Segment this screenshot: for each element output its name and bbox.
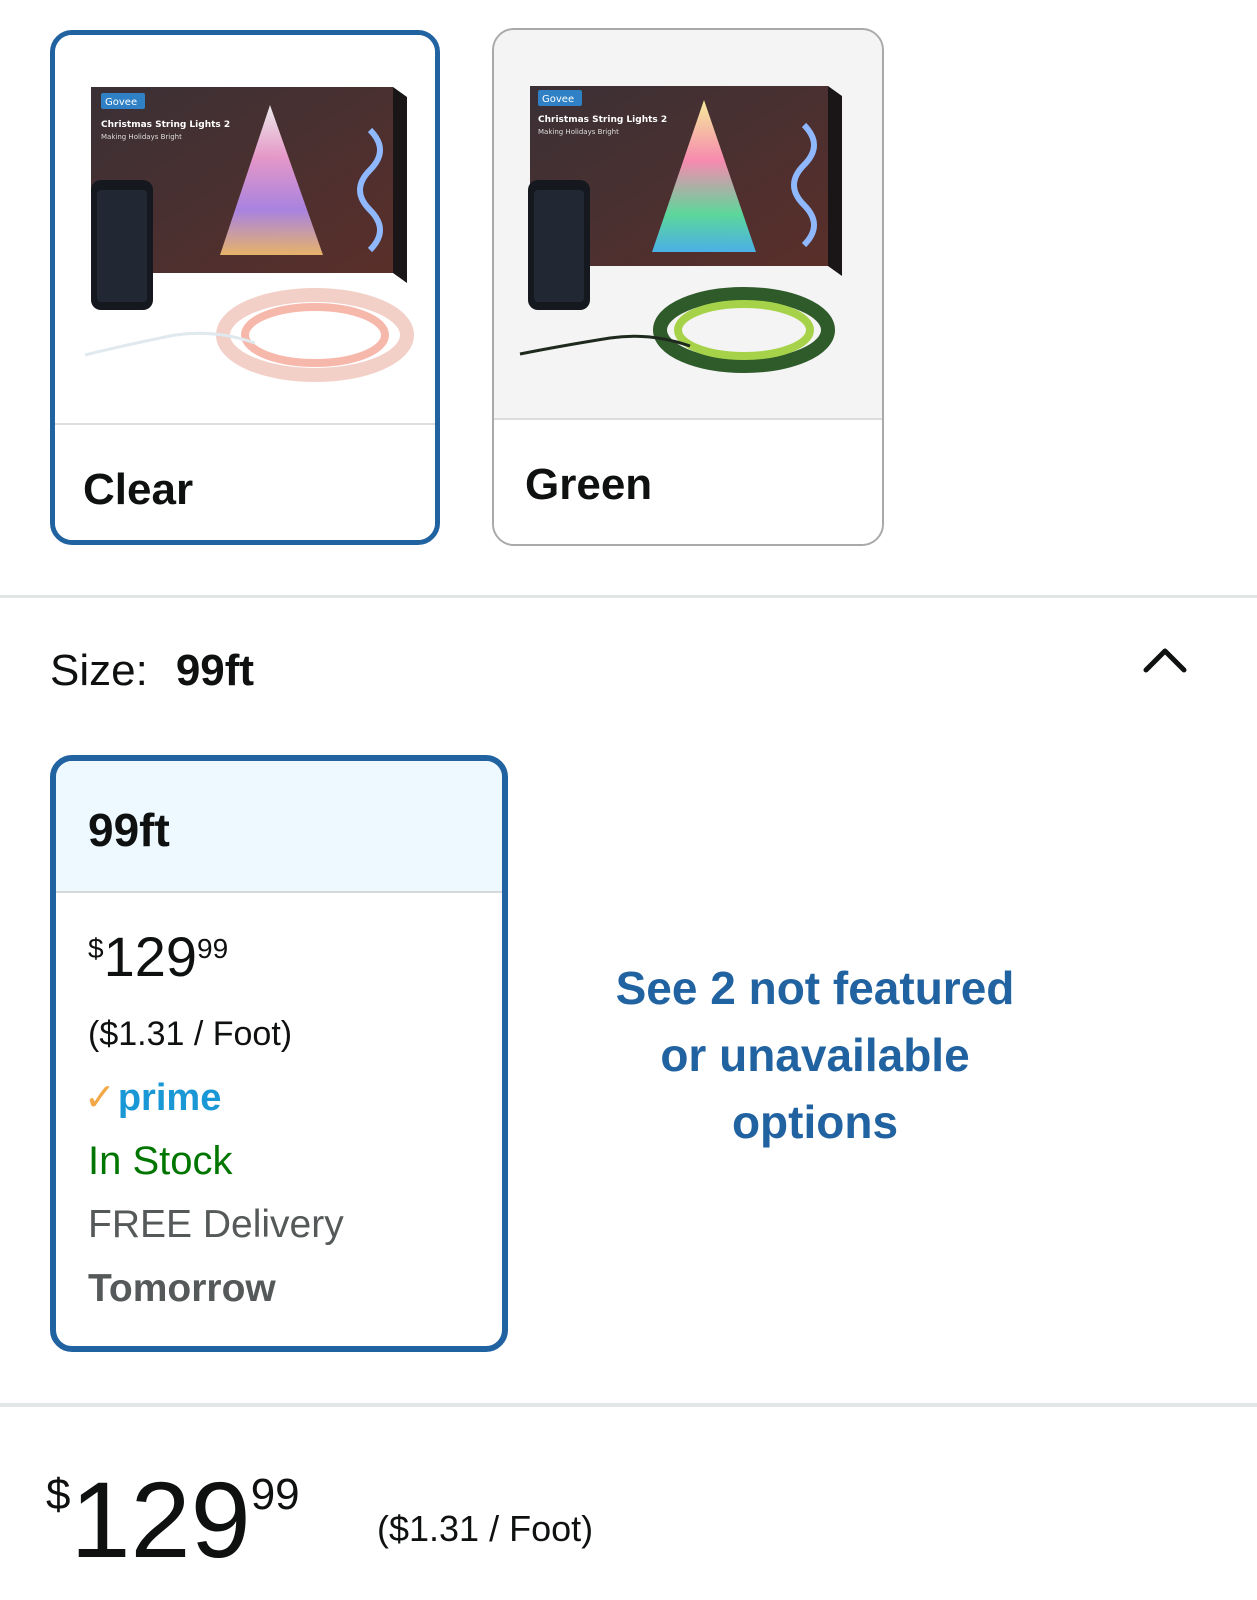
size-option-price: $12999 [88, 929, 228, 985]
color-option-clear[interactable]: Govee Christmas String Lights 2 Making H… [50, 30, 440, 545]
size-label: Size: [50, 646, 148, 695]
box-title-text: Christmas String Lights 2 [101, 120, 230, 130]
buybox-unit-price: ($1.31 / Foot) [377, 1508, 594, 1549]
buybox-price: $12999 [46, 1466, 300, 1574]
price-fraction: 99 [197, 933, 229, 964]
prime-badge: ✓prime [84, 1075, 221, 1120]
prime-label: prime [117, 1077, 222, 1119]
price-fraction: 99 [250, 1470, 300, 1519]
price-whole: 129 [70, 1459, 251, 1580]
see-more-line-2: or unavailable [660, 1029, 970, 1081]
see-unavailable-options-link[interactable]: See 2 not featured or unavailable option… [590, 955, 1040, 1156]
section-divider [0, 595, 1257, 598]
see-more-line-3: options [731, 1096, 899, 1148]
color-option-label: Clear [83, 465, 194, 514]
delivery-text: FREE Delivery [88, 1203, 344, 1246]
size-option-unit-price: ($1.31 / Foot) [88, 1015, 293, 1053]
see-more-line-1: See 2 not featured [615, 962, 1015, 1014]
size-selector-header: Size: 99ft [50, 646, 254, 696]
box-subtitle-text: Making Holidays Bright [538, 128, 619, 136]
box-title-text: Christmas String Lights 2 [538, 115, 667, 125]
product-image-clear: Govee Christmas String Lights 2 Making H… [55, 35, 435, 425]
stock-status: In Stock [88, 1139, 233, 1183]
box-brand-text: Govee [542, 94, 574, 105]
price-symbol: $ [88, 933, 104, 964]
size-option-name: 99ft [88, 804, 170, 856]
size-option-99ft[interactable]: 99ft $12999 ($1.31 / Foot) ✓prime In Sto… [50, 755, 508, 1352]
size-option-header: 99ft [56, 761, 502, 893]
chevron-up-icon[interactable] [1140, 640, 1190, 680]
prime-check-icon: ✓ [84, 1077, 116, 1119]
price-symbol: $ [46, 1470, 71, 1519]
size-value: 99ft [175, 646, 255, 695]
color-option-label: Green [525, 460, 653, 509]
color-option-green[interactable]: Govee Christmas String Lights 2 Making H… [492, 28, 884, 546]
section-divider [0, 1403, 1257, 1407]
delivery-day: Tomorrow [88, 1267, 276, 1310]
box-brand-text: Govee [105, 97, 137, 108]
box-subtitle-text: Making Holidays Bright [101, 133, 182, 141]
product-image-green: Govee Christmas String Lights 2 Making H… [494, 30, 882, 420]
price-whole: 129 [103, 925, 198, 988]
